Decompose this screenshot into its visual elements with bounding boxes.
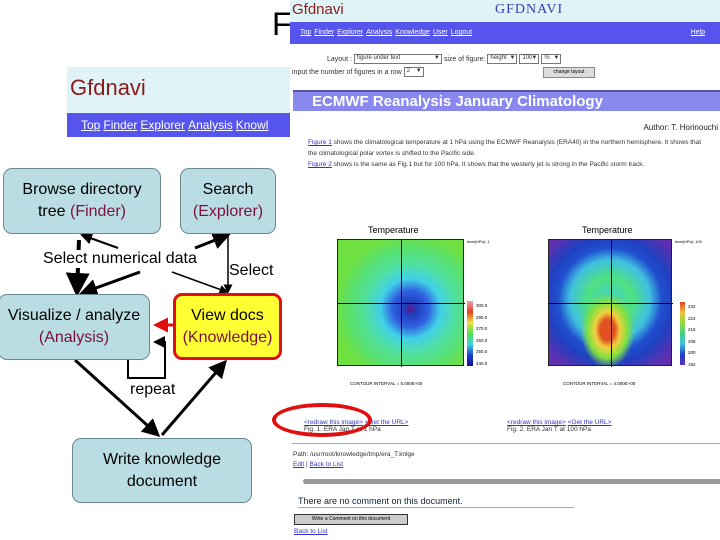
doc-title: ECMWF Reanalysis January Climatology [293,90,720,111]
figure2-links: <redraw this image> <Get the URL> Fig. 2… [507,419,611,433]
figure1-map [337,239,465,367]
edit-links: Edit | Back to List [293,461,344,468]
arrow-select-to-viewdocs [171,271,229,294]
row-setting: input the number of figures in a row 2 [292,67,424,77]
author: Author: T. Horinouchi [643,123,718,132]
legend-label: 224 [688,315,696,321]
nav-user[interactable]: User [433,29,448,36]
knowledge-label: (Knowledge) [182,328,273,346]
figure2-level: level(hPa): 100 [675,239,702,244]
select-label: Select [229,262,274,279]
nav-help[interactable]: Help [691,29,705,36]
browse-finder-box: Browse directory tree (Finder) [3,168,161,234]
figure2-colorbar [680,302,685,365]
figure2-legend: 232 224 216 208 200 192 [688,301,696,370]
row-label: input the number of figures in a row [292,68,402,76]
browse-line2: tree [37,203,70,220]
write-comment-button[interactable]: Write a Comment on this document [294,514,408,525]
nav-analysis[interactable]: Analysis [366,29,392,36]
finder-label: (Finder) [70,203,127,220]
legend-label: 250.0 [476,349,488,354]
analysis-label: (Analysis) [38,329,110,346]
get-url-link[interactable]: <Get the URL> [568,419,612,426]
figure1-level: level(hPa): 1 [467,239,490,244]
layout-label: Layout : [327,55,352,63]
search-explorer-box: Search (Explorer) [180,168,276,234]
header-title: GFDNAVI [495,2,564,17]
paragraph-2: shows is the same as Fig.1 but for 100 h… [331,161,645,168]
legend-label: 232 [688,304,696,309]
legend-label: 192 [688,361,696,367]
redraw-image-link[interactable]: <redraw this image> [507,419,566,426]
figure2-contour: CONTOUR INTERVAL = 4.000E+00 [563,381,636,386]
figure1-legend: 300.0 290.0 270.0 260.0 250.0 240.0 [476,300,487,369]
legend-label: 200 [688,350,696,355]
nav-top[interactable]: Top [300,29,311,36]
repeat-label: repeat [130,381,176,398]
layout-row: Layout : figure under text size of figur… [327,54,562,64]
edit-link[interactable]: Edit [293,461,304,468]
nav-finder[interactable]: Finder [314,29,334,36]
divider [292,443,720,444]
legend-label: 270.0 [476,326,488,331]
nav-knowledge[interactable]: Knowledge [395,29,430,36]
view-docs-knowledge-box: View docs (Knowledge) [173,293,282,360]
legend-label: 240.0 [476,360,488,366]
gray-bar [303,479,720,484]
figure1-colorbar [467,301,473,366]
figure1-contour: CONTOUR INTERVAL = 5.000E+00 [350,381,423,386]
change-layout-button[interactable]: change layout [543,67,595,78]
paragraph-1: shows the climatological temperature at … [308,139,702,157]
figure1-title: Temperature [368,225,419,235]
figure2-map [548,239,673,367]
layout-select[interactable]: figure under text [353,54,442,64]
nav-explorer[interactable]: Explorer [337,29,363,36]
path: Path: /usr/root/knowledge/tmp/era_T.knlg… [293,451,415,458]
viewdocs-line1: View docs [191,306,264,324]
browse-line1: Browse directory [22,181,142,198]
visualize-line1: Visualize / analyze [7,307,141,324]
figure1-link[interactable]: Figure 1 [308,139,332,146]
size-value-input[interactable]: 100 [519,54,540,64]
write-line2: document [126,472,198,490]
legend-label: 260.0 [476,337,488,343]
doc-body: Figure 1 shows the climatological temper… [308,137,708,170]
search-line1: Search [202,181,254,198]
header-logo[interactable]: Gfdnavi [292,1,344,18]
write-knowledge-box: Write knowledge document [72,438,252,503]
select-numerical-label: Select numerical data [43,250,197,268]
row-select[interactable]: 2 [403,67,424,77]
legend-label: 300.0 [476,303,488,308]
arrow-to-browse [80,232,119,249]
figure2-caption: Fig. 2. ERA Jan T at 100 hPa [507,426,591,433]
browser-screenshot: Gfdnavi GFDNAVI Top Finder Explorer Analysi… [290,0,720,540]
back-to-list-link[interactable]: Back to List [310,461,344,468]
explorer-label: (Explorer) [192,203,264,220]
figure2-title: Temperature [582,225,633,235]
back-to-list-link-bottom[interactable]: Back to List [294,528,328,535]
size-dim-select[interactable]: height [487,54,518,64]
legend-label: 216 [688,327,696,332]
write-line1: Write knowledge [103,450,221,468]
arrow-to-search [194,232,231,250]
main-nav: Top Finder Explorer Analysis Knowledge User Lo… [290,22,720,44]
size-unit-select[interactable]: % [541,54,562,64]
legend-label: 290.0 [476,314,488,320]
visualize-analysis-box: Visualize / analyze (Analysis) [0,294,150,360]
legend-label: 208 [688,338,696,344]
figure2-link[interactable]: Figure 2 [308,161,332,168]
arrow-select-to-visualize [79,270,141,297]
size-label: size of figure: [443,55,486,63]
no-comment-text: There are no comment on this document. [298,496,574,508]
nav-logout[interactable]: Logout [451,29,472,36]
